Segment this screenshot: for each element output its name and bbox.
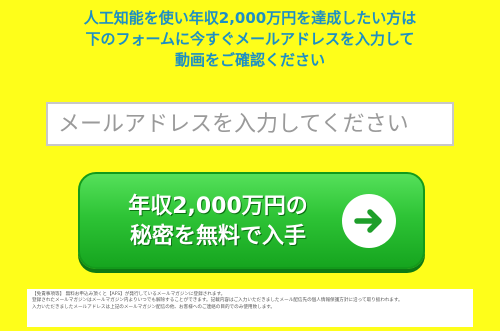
email-field[interactable] bbox=[46, 102, 454, 146]
headline-line-3: 動画をご確認ください bbox=[174, 51, 325, 69]
arrow-right-icon bbox=[342, 194, 396, 248]
headline-line-1: 人工知能を使い年収2,000万円を達成したい方は bbox=[83, 9, 417, 27]
get-secret-button[interactable]: 年収2,000万円の 秘密を無料で入手 bbox=[78, 172, 425, 269]
cta-label: 年収2,000万円の 秘密を無料で入手 bbox=[98, 192, 338, 252]
disclaimer: 【免責事項等】 無料お申込み頂くと【AFS】が発行しているメールマガジンに登録さ… bbox=[27, 289, 473, 327]
disclaimer-line-2: 登録されたメールマガジンはメールマガジン内よりいつでも解除することができます。記… bbox=[32, 298, 403, 304]
cta-label-line-2: 秘密を無料で入手 bbox=[129, 224, 306, 249]
headline-line-2: 下のフォームに今すぐメールアドレスを入力して bbox=[85, 30, 415, 48]
cta-label-line-1: 年収2,000万円の bbox=[128, 194, 308, 219]
disclaimer-line-3: 入力いただきましたメールアドレスは上記のメールマガジン配信の他、お客様へのご連絡… bbox=[32, 304, 276, 310]
headline: 人工知能を使い年収2,000万円を達成したい方は 下のフォームに今すぐメールアド… bbox=[0, 8, 500, 71]
